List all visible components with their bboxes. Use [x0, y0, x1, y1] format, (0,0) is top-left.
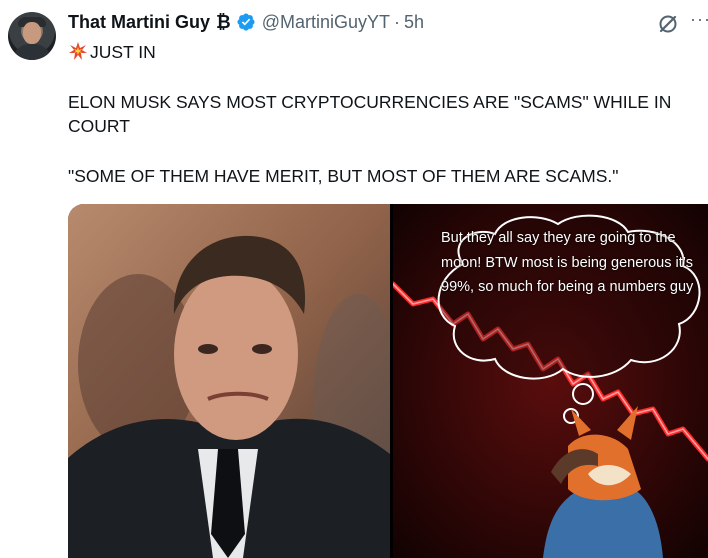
- author-handle[interactable]: @MartiniGuyYT: [262, 12, 390, 33]
- tweet-line-1-text: JUST IN: [90, 42, 156, 62]
- author-name[interactable]: That Martini Guy: [68, 12, 210, 33]
- grok-icon[interactable]: [656, 12, 680, 36]
- portrait-illustration: [68, 204, 403, 558]
- tweet-line-3: "SOME OF THEM HAVE MERIT, BUT MOST OF TH…: [68, 166, 619, 186]
- separator-dot: ·: [393, 11, 400, 32]
- bitcoin-symbol: ₿: [216, 11, 231, 32]
- more-icon[interactable]: ···: [690, 9, 708, 30]
- collision-emoji-icon: [69, 42, 87, 60]
- thought-bubble-text: But they all say they are going to the m…: [441, 230, 694, 295]
- avatar[interactable]: [8, 12, 56, 60]
- avatar-shoulders: [12, 44, 52, 60]
- avatar-face: [23, 22, 41, 44]
- media-photo-left[interactable]: [68, 204, 403, 558]
- tweet-header: That Martini Guy ₿ @MartiniGuyYT · 5h: [68, 10, 424, 34]
- tweet-line-2: ELON MUSK SAYS MOST CRYPTOCURRENCIES ARE…: [68, 92, 672, 136]
- post-time[interactable]: 5h: [404, 12, 424, 33]
- verified-badge-icon[interactable]: [236, 12, 256, 32]
- tweet-line-1: JUST IN: [68, 40, 156, 64]
